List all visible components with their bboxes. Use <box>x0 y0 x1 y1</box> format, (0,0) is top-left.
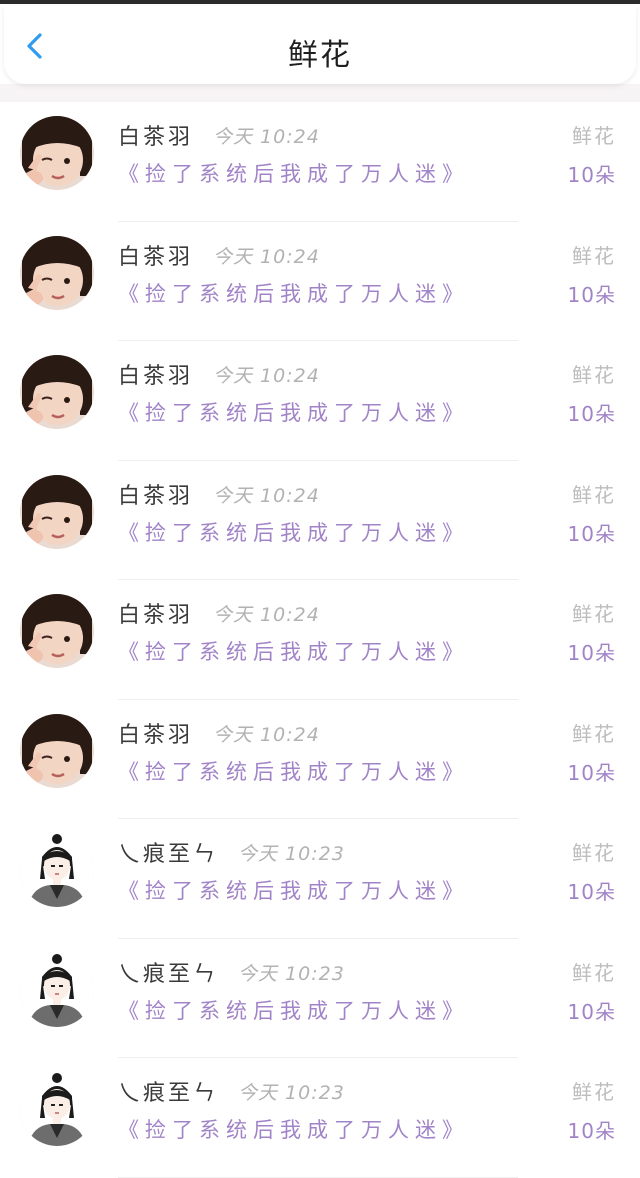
sender-name: 白茶羽 <box>118 244 194 270</box>
toddler-photo-icon <box>20 116 94 190</box>
gift-record-row[interactable]: 白茶羽 今天 10:24 《捡了系统后我成了万人迷》 鲜花 10朵 <box>0 580 640 700</box>
gift-type: 鲜花 <box>572 363 616 387</box>
gift-record-row[interactable]: 白茶羽 今天 10:24 《捡了系统后我成了万人迷》 鲜花 10朵 <box>0 341 640 461</box>
gift-record-row[interactable]: 白茶羽 今天 10:24 《捡了系统后我成了万人迷》 鲜花 10朵 <box>0 102 640 222</box>
gift-type: 鲜花 <box>572 960 616 985</box>
gift-count: 10朵 <box>567 1119 616 1143</box>
gift-record-row[interactable]: 乀痕至ㄣ 今天 10:23 《捡了系统后我成了万人迷》 鲜花 10朵 <box>0 1058 640 1178</box>
avatar[interactable] <box>20 235 94 310</box>
gift-type: 鲜花 <box>572 124 616 148</box>
gift-record-row[interactable]: 乀痕至ㄣ 今天 10:23 《捡了系统后我成了万人迷》 鲜花 10朵 <box>0 939 640 1058</box>
sender-name: 白茶羽 <box>118 364 194 389</box>
anime-character-icon <box>20 833 94 907</box>
avatar[interactable] <box>20 833 94 907</box>
gift-count: 10朵 <box>567 402 616 426</box>
avatar[interactable] <box>20 1072 94 1146</box>
gift-type: 鲜花 <box>572 243 616 268</box>
toddler-photo-icon <box>20 355 94 429</box>
gift-count: 10朵 <box>567 760 616 785</box>
gift-count: 10朵 <box>567 282 616 307</box>
gift-record-row[interactable]: 白茶羽 今天 10:24 《捡了系统后我成了万人迷》 鲜花 10朵 <box>0 700 640 819</box>
book-title[interactable]: 《捡了系统后我成了万人迷》 <box>118 636 469 666</box>
toddler-photo-icon <box>20 713 94 788</box>
status-bar-edge <box>0 0 640 4</box>
avatar[interactable] <box>20 594 94 668</box>
gift-type: 鲜花 <box>572 841 616 865</box>
anime-character-icon <box>20 1072 94 1146</box>
book-title[interactable]: 《捡了系统后我成了万人迷》 <box>118 875 469 905</box>
gift-time: 今天 10:23 <box>238 1082 345 1104</box>
avatar[interactable] <box>20 713 94 788</box>
avatar[interactable] <box>20 474 94 549</box>
gift-time: 今天 10:24 <box>213 245 320 268</box>
book-title[interactable]: 《捡了系统后我成了万人迷》 <box>118 995 469 1025</box>
book-title[interactable]: 《捡了系统后我成了万人迷》 <box>118 517 469 547</box>
gift-time: 今天 10:24 <box>213 723 320 746</box>
gift-type: 鲜花 <box>572 721 616 746</box>
gift-time: 今天 10:24 <box>213 365 320 387</box>
gift-type: 鲜花 <box>572 482 616 507</box>
book-title[interactable]: 《捡了系统后我成了万人迷》 <box>118 397 469 427</box>
avatar[interactable] <box>20 116 94 190</box>
gift-record-row[interactable]: 白茶羽 今天 10:24 《捡了系统后我成了万人迷》 鲜花 10朵 <box>0 461 640 580</box>
sender-name: 乀痕至ㄣ <box>118 961 219 987</box>
gift-count: 10朵 <box>567 880 616 904</box>
gift-time: 今天 10:23 <box>238 962 345 985</box>
book-title[interactable]: 《捡了系统后我成了万人迷》 <box>118 278 469 308</box>
book-title[interactable]: 《捡了系统后我成了万人迷》 <box>118 158 469 188</box>
gift-record-row[interactable]: 白茶羽 今天 10:24 《捡了系统后我成了万人迷》 鲜花 10朵 <box>0 222 640 341</box>
gift-type: 鲜花 <box>572 602 616 626</box>
gift-type: 鲜花 <box>572 1080 616 1104</box>
sender-name: 乀痕至ㄣ <box>118 842 219 867</box>
anime-character-icon <box>20 952 94 1027</box>
sender-name: 白茶羽 <box>118 483 194 509</box>
gift-record-list: 白茶羽 今天 10:24 《捡了系统后我成了万人迷》 鲜花 10朵 白茶羽 今天… <box>0 102 640 1178</box>
gift-count: 10朵 <box>567 999 616 1024</box>
toddler-photo-icon <box>20 594 94 668</box>
book-title[interactable]: 《捡了系统后我成了万人迷》 <box>118 756 469 786</box>
gift-time: 今天 10:24 <box>213 484 320 507</box>
gift-count: 10朵 <box>567 163 616 187</box>
book-title[interactable]: 《捡了系统后我成了万人迷》 <box>118 1114 469 1144</box>
gift-time: 今天 10:24 <box>213 604 320 626</box>
gift-record-row[interactable]: 乀痕至ㄣ 今天 10:23 《捡了系统后我成了万人迷》 鲜花 10朵 <box>0 819 640 939</box>
page-title: 鲜花 <box>288 38 352 73</box>
avatar[interactable] <box>20 952 94 1027</box>
sender-name: 白茶羽 <box>118 603 194 628</box>
toddler-photo-icon <box>20 235 94 310</box>
gift-time: 今天 10:23 <box>238 843 345 865</box>
gift-count: 10朵 <box>567 641 616 665</box>
avatar[interactable] <box>20 355 94 429</box>
row-divider <box>118 1176 518 1178</box>
nav-bar: 鲜花 <box>4 6 636 84</box>
sender-name: 白茶羽 <box>118 722 194 748</box>
gift-count: 10朵 <box>567 521 616 546</box>
toddler-photo-icon <box>20 474 94 549</box>
sender-name: 乀痕至ㄣ <box>118 1081 219 1106</box>
gift-time: 今天 10:24 <box>213 126 320 148</box>
sender-name: 白茶羽 <box>118 125 194 150</box>
header-separator <box>0 84 640 102</box>
